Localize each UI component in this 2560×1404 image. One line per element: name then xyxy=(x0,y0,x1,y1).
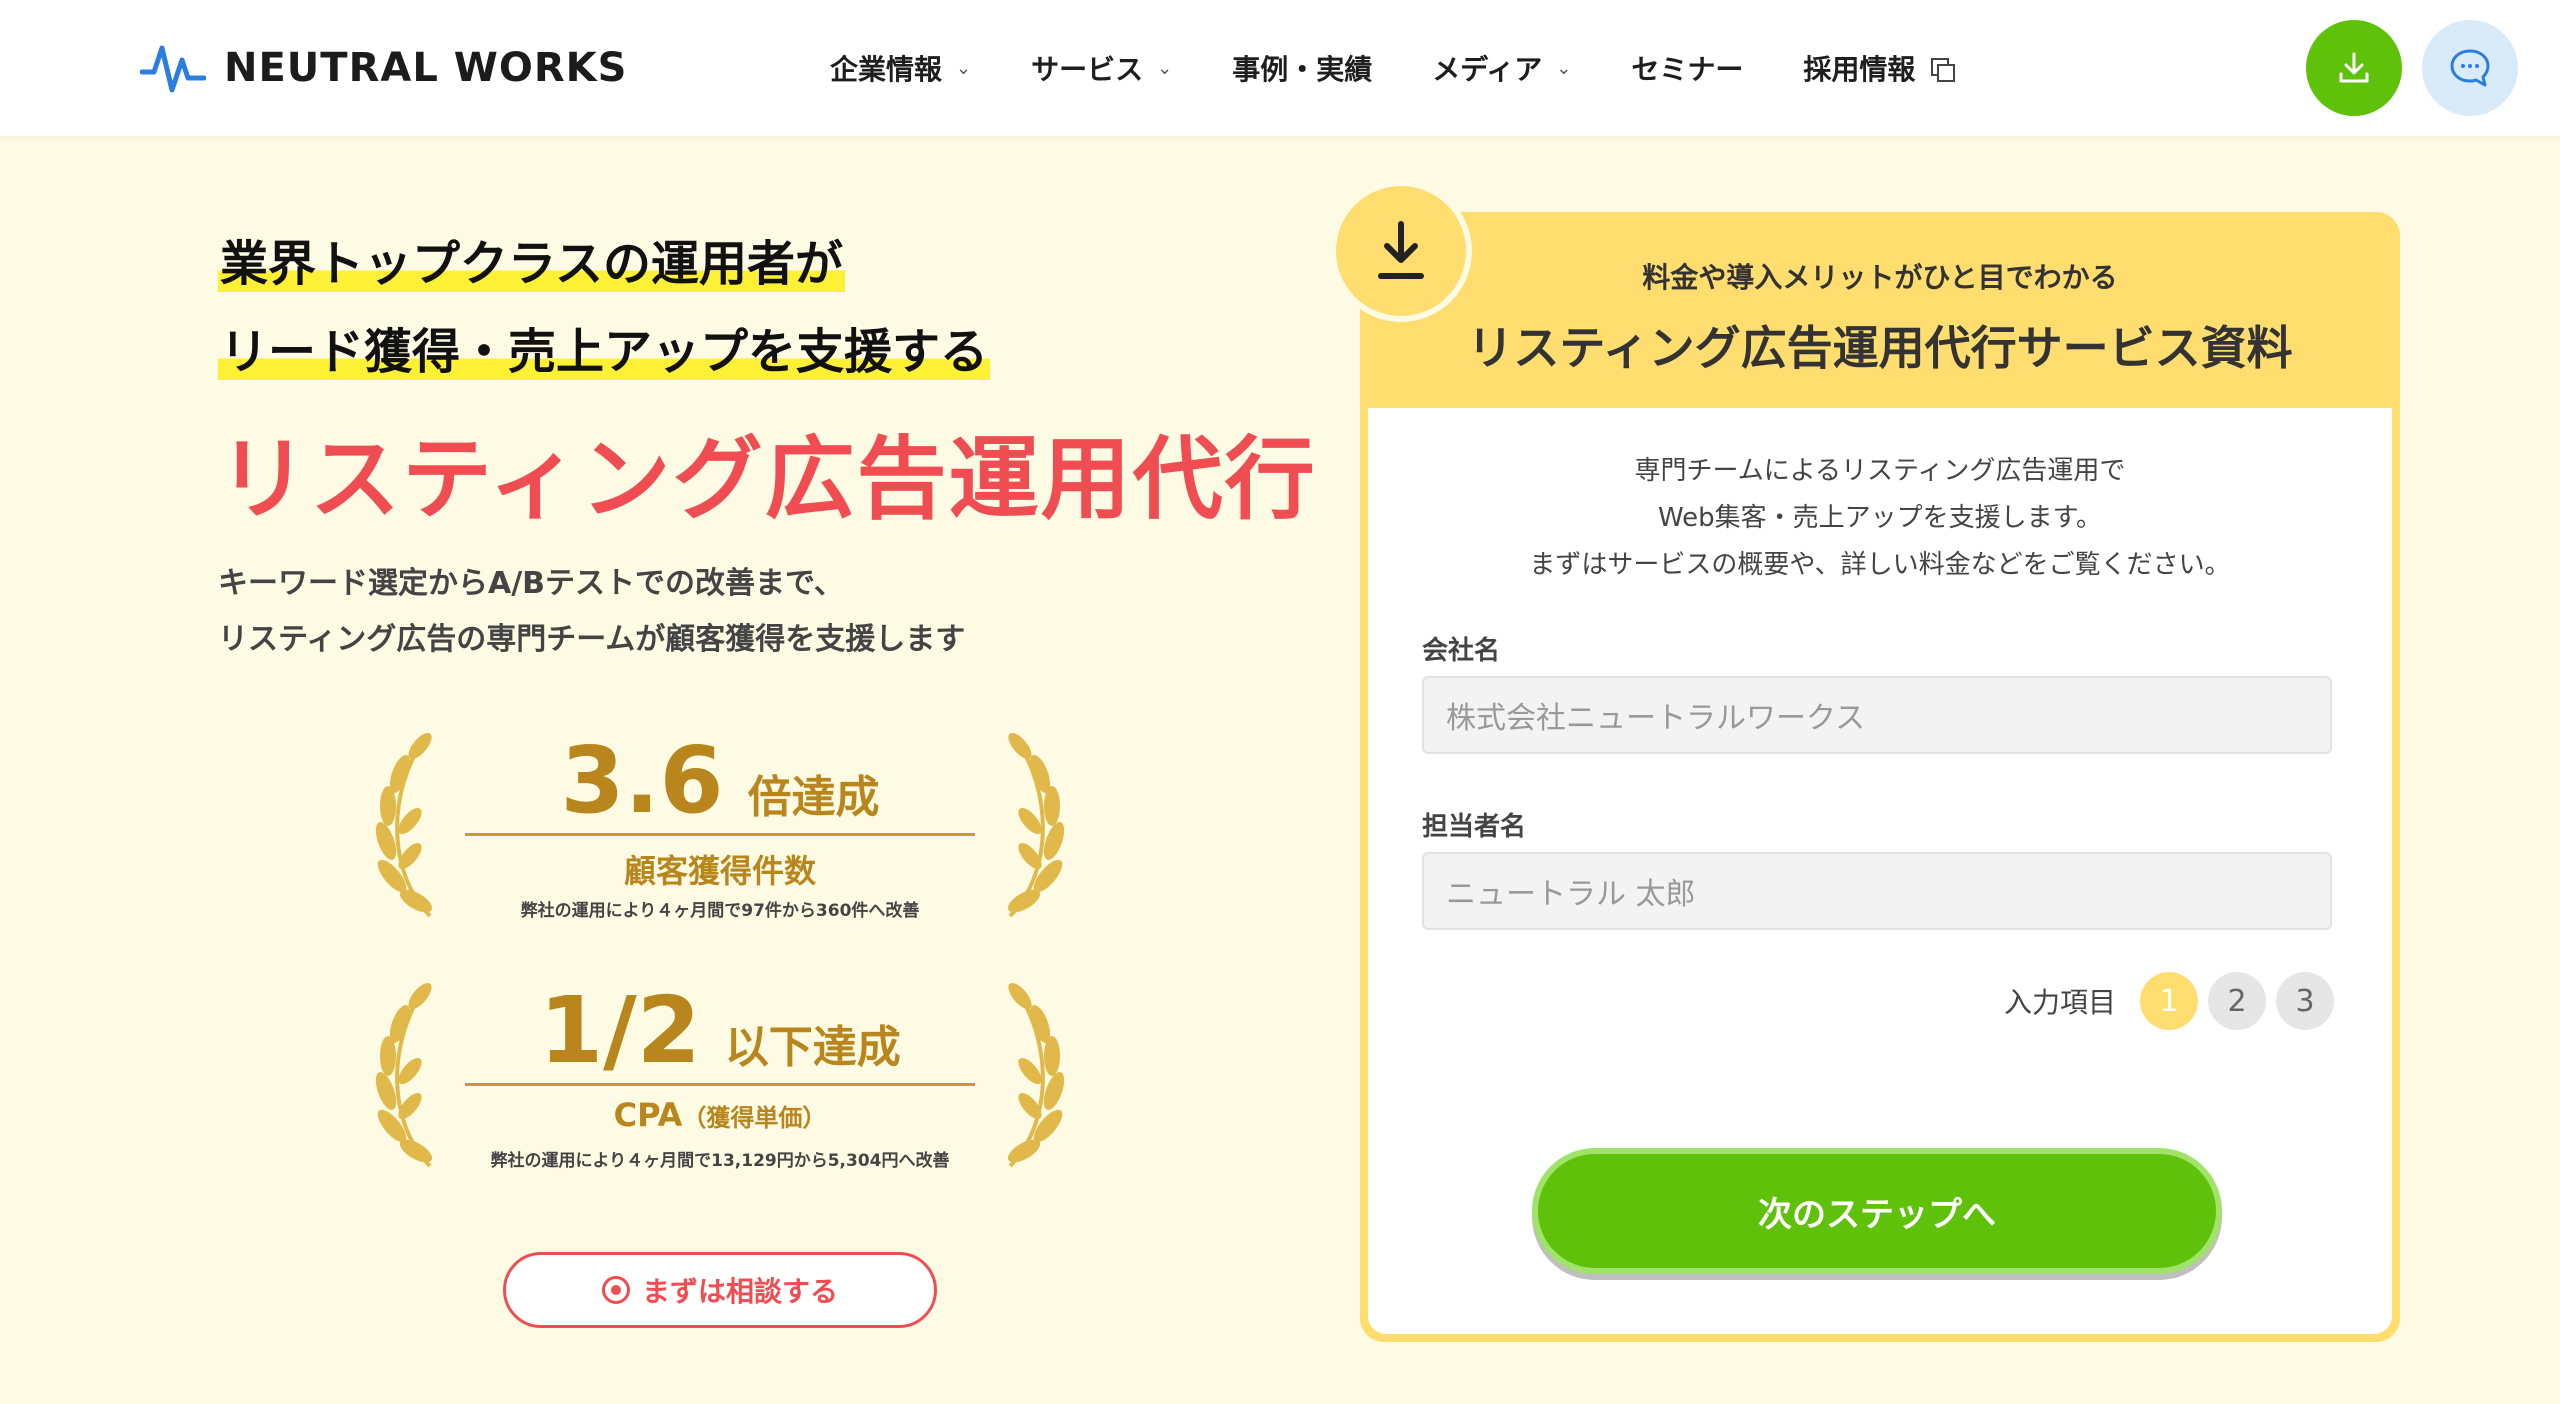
download-icon xyxy=(2339,52,2369,83)
form-intro: 専門チームによるリスティング広告運用で Web集客・売上アップを支援します。 ま… xyxy=(1529,456,2231,580)
external-link-icon xyxy=(1931,58,1956,82)
stat-value: 3.6 倍達成 xyxy=(465,726,975,836)
stat-cpa: 1/2 以下達成 CPA（獲得単価） 弊社の運用により４ヶ月間で13,129円か… xyxy=(370,976,1070,1196)
company-field-label: 会社名 xyxy=(1422,636,1501,666)
nav-item-label: メディア xyxy=(1432,53,1543,86)
chevron-down-icon: ⌄ xyxy=(1157,57,1173,79)
hero-headline-1: 業界トップクラスの運用者が xyxy=(218,236,846,292)
radio-dot-icon xyxy=(601,1276,630,1304)
download-arrow-icon xyxy=(1378,221,1424,279)
step-1: 1 xyxy=(2140,972,2198,1030)
stat-customer-acquisition: 3.6 倍達成 顧客獲得件数 弊社の運用により４ヶ月間で97件から360件へ改善 xyxy=(370,726,1070,946)
nav-item-label: サービス xyxy=(1031,53,1144,86)
laurel-right-icon xyxy=(1007,982,1065,1168)
brand-name: NEUTRAL WORKS xyxy=(224,45,628,91)
consult-button-label: まずは相談する xyxy=(641,1275,838,1308)
site-header: NEUTRAL WORKS 企業情報 ⌄ サービス ⌄ 事例・実績 メディア ⌄… xyxy=(0,0,2560,136)
consult-button[interactable]: まずは相談する xyxy=(503,1252,937,1328)
next-step-button[interactable]: 次のステップへ xyxy=(1532,1148,2222,1274)
nav-item-cases[interactable]: 事例・実績 xyxy=(1232,48,1372,88)
main-nav: 企業情報 ⌄ サービス ⌄ 事例・実績 メディア ⌄ セミナー 採用情報 xyxy=(830,40,2011,96)
laurel-right-icon xyxy=(1007,732,1065,918)
nav-item-label: 事例・実績 xyxy=(1232,53,1373,86)
form-body: 専門チームによるリスティング広告運用で Web集客・売上アップを支援します。 ま… xyxy=(1368,408,2392,1334)
document-request-form: 料金や導入メリットがひと目でわかる リスティング広告運用代行サービス資料 専門チ… xyxy=(1360,212,2400,1342)
nav-item-label: セミナー xyxy=(1631,53,1744,86)
stat-unit: 以下達成 xyxy=(724,1022,901,1073)
step-indicator: 入力項目 1 2 3 xyxy=(2004,972,2334,1030)
stat-note: 弊社の運用により４ヶ月間で97件から360件へ改善 xyxy=(520,901,920,921)
download-badge xyxy=(1330,180,1472,322)
stat-unit: 倍達成 xyxy=(747,772,880,823)
hero-description: キーワード選定からA/Bテストでの改善まで、 リスティング広告の専門チームが顧客… xyxy=(218,566,966,657)
stat-number: 3.6 xyxy=(560,727,724,834)
form-subtitle: 料金や導入メリットがひと目でわかる xyxy=(1642,261,2118,294)
pulse-icon xyxy=(140,45,206,93)
chat-icon xyxy=(2450,49,2490,87)
company-field[interactable]: 株式会社ニュートラルワークス xyxy=(1422,676,2332,754)
download-button[interactable] xyxy=(2306,20,2402,116)
hero-section: 業界トップクラスの運用者が リード獲得・売上アップを支援する リスティング広告運… xyxy=(0,136,2560,1404)
stat-number: 1/2 xyxy=(539,977,701,1084)
chevron-down-icon: ⌄ xyxy=(956,57,972,79)
hero-headline-2: リード獲得・売上アップを支援する xyxy=(218,324,991,380)
stat-value: 1/2 以下達成 xyxy=(465,976,975,1086)
chevron-down-icon: ⌄ xyxy=(1556,57,1572,79)
form-title: リスティング広告運用代行サービス資料 xyxy=(1467,321,2293,375)
nav-item-media[interactable]: メディア ⌄ xyxy=(1432,48,1571,88)
stat-label: 顧客獲得件数 xyxy=(623,852,816,890)
nav-item-label: 企業情報 xyxy=(830,53,943,86)
nav-item-seminar[interactable]: セミナー xyxy=(1631,48,1743,88)
chat-button[interactable] xyxy=(2422,20,2518,116)
page-title: リスティング広告運用代行 xyxy=(218,427,1317,532)
steps-label: 入力項目 xyxy=(2003,986,2116,1019)
nav-item-services[interactable]: サービス ⌄ xyxy=(1031,48,1172,88)
nav-item-recruit[interactable]: 採用情報 xyxy=(1803,48,1956,88)
nav-item-label: 採用情報 xyxy=(1803,53,1916,86)
step-3: 3 xyxy=(2276,972,2334,1030)
nav-item-company[interactable]: 企業情報 ⌄ xyxy=(830,48,971,88)
brand-logo[interactable]: NEUTRAL WORKS xyxy=(140,36,627,100)
stat-label: CPA（獲得単価） xyxy=(613,1096,827,1134)
stat-note: 弊社の運用により４ヶ月間で13,129円から5,304円へ改善 xyxy=(490,1151,950,1171)
step-2: 2 xyxy=(2208,972,2266,1030)
person-name-field[interactable]: ニュートラル 太郎 xyxy=(1422,852,2332,930)
person-field-label: 担当者名 xyxy=(1422,812,1527,842)
